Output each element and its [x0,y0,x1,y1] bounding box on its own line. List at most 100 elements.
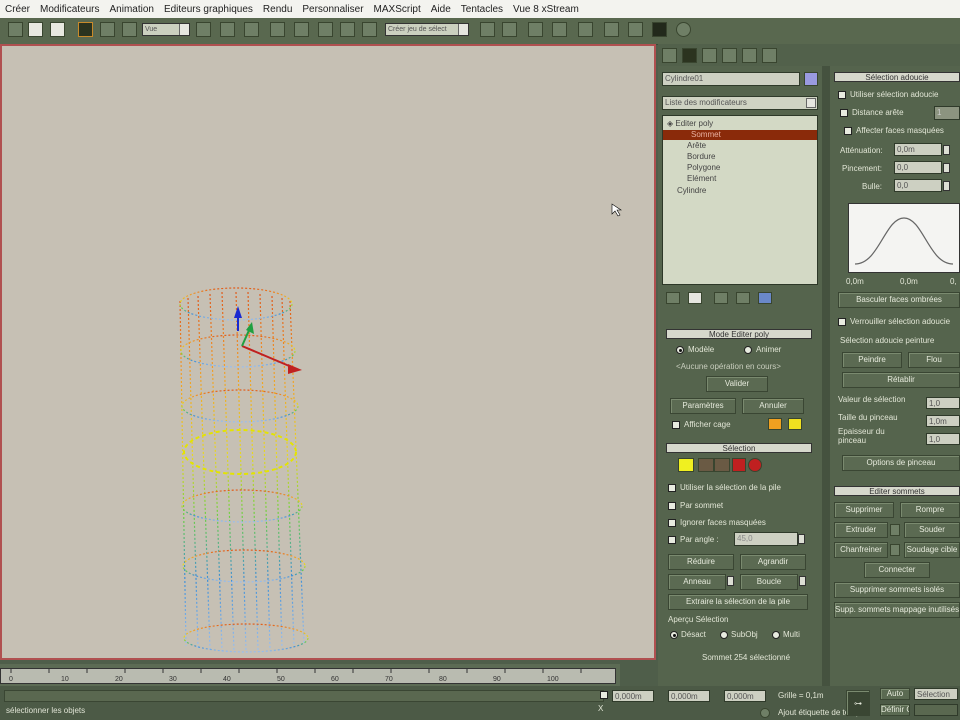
menu-tentacles[interactable]: Tentacles [456,4,508,15]
make-unique-icon[interactable] [714,292,728,304]
edge-subobject-icon[interactable] [698,458,714,472]
menu-editeurs-graphiques[interactable]: Editeurs graphiques [159,4,258,15]
pinch-spinner[interactable] [943,163,950,173]
break-button[interactable]: Rompre [900,502,960,518]
extrude-button[interactable]: Extruder [834,522,888,538]
selection-value-field[interactable]: 1,0 [926,397,960,409]
create-tab-icon[interactable] [662,48,677,63]
set-key-mode-button[interactable]: Définir C [880,704,910,716]
pin-stack-icon[interactable] [666,292,680,304]
lock-soft-selection-checkbox[interactable] [838,318,846,326]
scale-icon[interactable] [270,22,285,37]
loop-spinner[interactable] [799,576,806,586]
view-combo[interactable]: Vue [142,23,190,36]
edit-vertices-rollout-header[interactable]: Editer sommets [834,486,960,496]
bubble-spinner[interactable] [943,181,950,191]
mirror-icon[interactable] [480,22,495,37]
cage-selected-color-swatch[interactable] [788,418,802,430]
perspective-viewport[interactable] [0,44,656,660]
use-stack-selection-checkbox[interactable] [668,484,676,492]
vertex-subobject-icon[interactable] [678,458,694,472]
stack-item-edge[interactable]: Arête [687,141,706,150]
polygon-subobject-icon[interactable] [732,458,746,472]
utilities-tab-icon[interactable] [762,48,777,63]
remove-isolated-vertices-button[interactable]: Supprimer sommets isolés [834,582,960,598]
preview-off-radio[interactable] [670,631,678,639]
revert-button[interactable]: Rétablir [842,372,960,388]
select-region-icon[interactable] [122,22,137,37]
by-angle-field[interactable]: 45,0 [734,532,798,546]
chamfer-settings-icon[interactable] [890,544,900,556]
render-setup-icon[interactable] [628,22,643,37]
coord-x-field[interactable]: 0,000m [612,690,654,702]
key-filters-button[interactable] [914,704,958,716]
select-object-icon[interactable] [78,22,93,37]
link-icon[interactable] [50,22,65,37]
chamfer-button[interactable]: Chanfreiner [834,542,888,558]
hierarchy-tab-icon[interactable] [702,48,717,63]
stack-item-element[interactable]: Elément [687,174,716,183]
maxscript-listener-field[interactable] [4,690,604,702]
preview-subobj-radio[interactable] [720,631,728,639]
undo-icon[interactable] [8,22,23,37]
grow-button[interactable]: Agrandir [740,554,806,570]
object-name-field[interactable]: Cylindre01 [662,72,800,86]
edge-distance-checkbox[interactable] [840,109,848,117]
border-subobject-icon[interactable] [714,458,730,472]
remove-button[interactable]: Supprimer [834,502,894,518]
radio-modele[interactable] [676,346,684,354]
stack-item-cylinder[interactable]: Cylindre [677,186,706,195]
falloff-field[interactable]: 0,0m [894,143,942,156]
time-tag-icon[interactable] [760,708,770,718]
selection-lock-toggle[interactable] [600,691,608,699]
angle-snap-icon[interactable] [318,22,333,37]
brush-options-button[interactable]: Options de pinceau [842,455,960,471]
modifier-list-combo[interactable]: Liste des modificateurs [662,96,818,110]
set-key-button[interactable]: ⊶ [846,690,870,716]
cage-color-swatch[interactable] [768,418,782,430]
commit-button[interactable]: Valider [706,376,768,392]
connect-button[interactable]: Connecter [864,562,930,578]
loop-button[interactable]: Boucle [740,574,798,590]
named-selection-combo[interactable]: Créer jeu de sélect [385,23,469,36]
paint-button[interactable]: Peindre [842,352,902,368]
align-icon[interactable] [502,22,517,37]
extrude-settings-icon[interactable] [890,524,900,536]
brush-strength-field[interactable]: 1,0 [926,433,960,445]
remove-unused-map-verts-button[interactable]: Supp. sommets mappage inutilisés [834,602,960,618]
stack-item-editable-poly[interactable]: ◈ Editer poly [667,119,713,128]
material-editor-icon[interactable] [604,22,619,37]
shrink-button[interactable]: Réduire [668,554,734,570]
quick-render-icon[interactable] [676,22,691,37]
move-icon[interactable] [220,22,235,37]
ring-spinner[interactable] [727,576,734,586]
menu-vue8-xstream[interactable]: Vue 8 xStream [508,4,584,15]
blur-button[interactable]: Flou [908,352,960,368]
auto-key-button[interactable]: Auto [880,688,910,700]
display-tab-icon[interactable] [742,48,757,63]
pinch-field[interactable]: 0,0 [894,161,942,174]
rotate-icon[interactable] [244,22,259,37]
show-end-result-icon[interactable] [688,292,702,304]
configure-modifier-sets-icon[interactable] [758,292,772,304]
snap-icon[interactable] [294,22,309,37]
bubble-field[interactable]: 0,0 [894,179,942,192]
stack-item-vertex-selected[interactable]: Sommet [663,130,817,140]
menu-aide[interactable]: Aide [426,4,456,15]
select-by-name-icon[interactable] [100,22,115,37]
spinner-snap-icon[interactable] [362,22,377,37]
object-color-swatch[interactable] [804,72,818,86]
menu-animation[interactable]: Animation [104,4,158,15]
by-vertex-checkbox[interactable] [668,502,676,510]
menu-creer[interactable]: Créer [0,4,35,15]
stack-item-polygon[interactable]: Polygone [687,163,720,172]
menu-rendu[interactable]: Rendu [258,4,297,15]
weld-button[interactable]: Souder [904,522,960,538]
modifier-stack[interactable]: ◈ Editer poly Sommet Arête Bordure Polyg… [662,115,818,285]
settings-button[interactable]: Paramètres [670,398,736,414]
use-soft-selection-checkbox[interactable] [838,91,846,99]
render-frame-icon[interactable] [652,22,667,37]
curve-editor-icon[interactable] [552,22,567,37]
soft-selection-rollout-header[interactable]: Sélection adoucie [834,72,960,82]
layer-manager-icon[interactable] [528,22,543,37]
